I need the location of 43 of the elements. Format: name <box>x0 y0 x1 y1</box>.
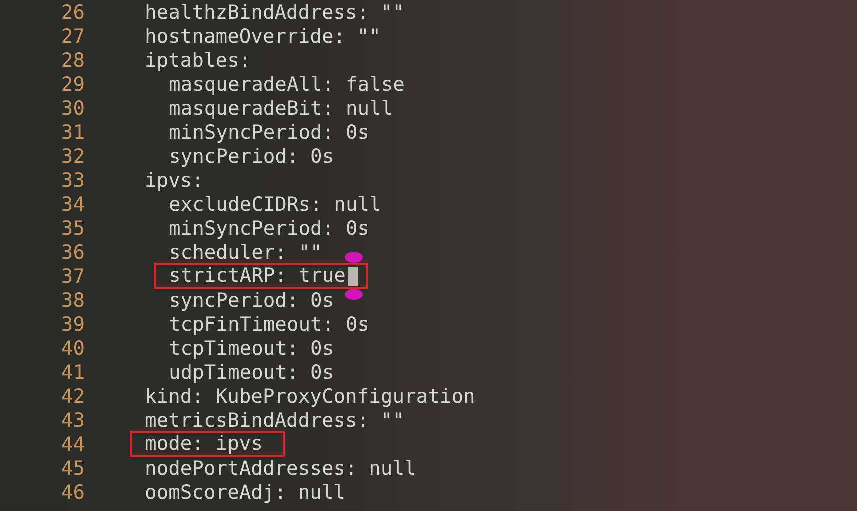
selection-handle[interactable] <box>344 252 363 263</box>
line-number: 26 <box>60 0 85 24</box>
line-number: 32 <box>60 144 85 168</box>
line-number: 27 <box>60 24 85 48</box>
line-number: 41 <box>60 360 85 384</box>
line-number: 30 <box>60 96 85 120</box>
code-line: tcpFinTimeout: 0s <box>169 312 370 336</box>
code-line: tcpTimeout: 0s <box>169 336 334 360</box>
line-number: 35 <box>60 216 85 240</box>
code-line: healthzBindAddress: "" <box>145 0 405 24</box>
code-line: excludeCIDRs: null <box>169 192 382 216</box>
line-number: 43 <box>60 408 85 432</box>
code-line: iptables: <box>145 48 252 72</box>
code-line: udpTimeout: 0s <box>169 360 334 384</box>
text-cursor <box>348 267 358 286</box>
line-number: 36 <box>60 240 85 264</box>
code-line: kind: KubeProxyConfiguration <box>145 384 476 408</box>
code-line: masqueradeBit: null <box>169 96 394 120</box>
line-number: 46 <box>60 480 85 504</box>
code-line: oomScoreAdj: null <box>145 480 346 504</box>
code-line: hostnameOverride: "" <box>145 24 381 48</box>
line-number: 37 <box>60 264 85 288</box>
line-number: 39 <box>60 312 85 336</box>
line-number: 42 <box>60 384 85 408</box>
code-line: nodePortAddresses: null <box>145 456 416 480</box>
code-line: syncPeriod: 0s <box>169 288 334 312</box>
code-line: minSyncPeriod: 0s <box>169 120 370 144</box>
line-number: 40 <box>60 336 85 360</box>
code-line: scheduler: "" <box>169 240 322 264</box>
code-line: ipvs: <box>145 168 204 192</box>
code-line: masqueradeAll: false <box>169 72 405 96</box>
code-line: syncPeriod: 0s <box>169 144 334 168</box>
line-number: 44 <box>60 432 85 456</box>
selection-handle[interactable] <box>344 289 363 300</box>
code-line: metricsBindAddress: "" <box>145 408 405 432</box>
line-number: 34 <box>60 192 85 216</box>
line-number: 45 <box>60 456 85 480</box>
line-number: 38 <box>60 288 85 312</box>
line-number: 31 <box>60 120 85 144</box>
line-number: 29 <box>60 72 85 96</box>
code-line: minSyncPeriod: 0s <box>169 216 370 240</box>
line-number: 33 <box>60 168 85 192</box>
line-number: 28 <box>60 48 85 72</box>
